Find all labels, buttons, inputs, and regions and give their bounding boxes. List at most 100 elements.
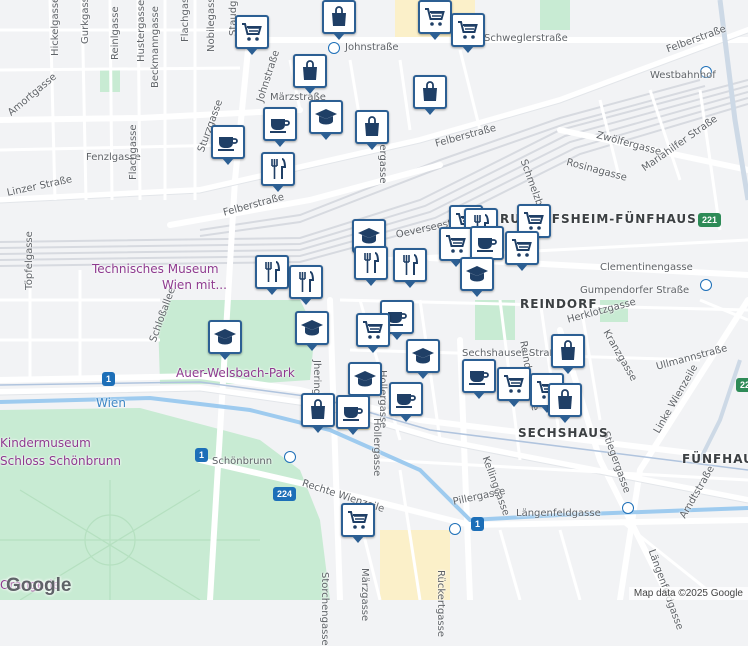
poi-label[interactable]: Schloss Schönbrunn [0,454,121,468]
street-label: Clementinengasse [600,262,693,273]
shopping-cart-icon [444,232,468,256]
route-badge: 1 [102,372,116,386]
map-marker-cart[interactable] [235,15,269,55]
shopping-bag-icon [327,5,351,29]
map-marker-cup[interactable] [462,359,496,399]
route-badge: 1 [195,448,209,462]
poi-label[interactable]: Wien mit... [162,278,227,292]
shopping-cart-icon [502,372,526,396]
map-marker-bag[interactable] [413,75,447,115]
google-logo[interactable]: Google [6,575,71,597]
map-marker-cart[interactable] [418,0,452,40]
map-marker-cart[interactable] [356,313,390,353]
street-label: Schönbrunn [212,456,273,467]
map-marker-cart[interactable] [497,367,531,407]
street-label: Johnstraße [345,42,399,53]
street-label: Flachgasse [180,0,191,42]
street-label: Wien [96,396,126,410]
street-label: Längenfeldgasse [516,508,601,519]
street-label: Beckmanngasse [150,6,161,88]
shopping-cart-icon [522,209,546,233]
fork-knife-icon [359,251,383,275]
map-marker-grad[interactable] [348,362,382,402]
fork-knife-icon [260,260,284,284]
route-badge: 221 [736,378,748,392]
graduation-cap-icon [213,325,237,349]
map-marker-food[interactable] [289,265,323,305]
street-label: Storchengasse [319,572,330,646]
route-badge: 1 [471,517,485,531]
map-marker-grad[interactable] [309,100,343,140]
street-label: Hustergasse [136,0,147,62]
metro-icon-johnstrasse [328,42,340,54]
shopping-bag-icon [298,59,322,83]
coffee-cup-icon [216,130,240,154]
map-marker-cart[interactable] [439,227,473,267]
street-label: Hickelgasse [50,0,61,56]
graduation-cap-icon [353,367,377,391]
street-label: Westbahnhof [650,70,716,81]
street-label: Nobilegasse [206,0,217,52]
poi-label[interactable]: Technisches Museum [92,262,219,276]
map-marker-food[interactable] [261,152,295,192]
shopping-bag-icon [418,80,442,104]
map-marker-bag[interactable] [551,334,585,374]
map-marker-bag[interactable] [301,393,335,433]
street-label: Flachgasse [128,124,139,180]
coffee-cup-icon [394,387,418,411]
fork-knife-icon [266,157,290,181]
poi-label[interactable]: Auer-Welsbach-Park [176,366,295,380]
map-marker-cart[interactable] [451,13,485,53]
map-marker-bag[interactable] [548,383,582,423]
route-badge: 221 [698,213,722,227]
route-badge: 224 [273,487,297,501]
graduation-cap-icon [300,316,324,340]
map-marker-cart[interactable] [505,231,539,271]
map-attribution[interactable]: Map data ©2025 Google [628,587,748,600]
map-marker-cup[interactable] [389,382,423,422]
shopping-cart-icon [423,5,447,29]
metro-icon-schoenbrunn [284,451,296,463]
map-marker-bag[interactable] [293,54,327,94]
map-marker-cup[interactable] [336,395,370,435]
map-marker-grad[interactable] [460,257,494,297]
map-marker-food[interactable] [255,255,289,295]
fork-knife-icon [398,253,422,277]
shopping-bag-icon [306,398,330,422]
map-marker-cup[interactable] [263,107,297,147]
graduation-cap-icon [411,344,435,368]
map-marker-grad[interactable] [295,311,329,351]
map-marker-bag[interactable] [322,0,356,40]
shopping-cart-icon [510,236,534,260]
graduation-cap-icon [357,224,381,248]
shopping-cart-icon [240,20,264,44]
poi-label[interactable]: Kindermuseum [0,436,91,450]
shopping-cart-icon [346,508,370,532]
street-label: Sechshauser Straße [462,348,562,359]
area-label: SECHSHAUS [518,426,609,440]
graduation-cap-icon [465,262,489,286]
map-marker-cart[interactable] [341,503,375,543]
fork-knife-icon [294,270,318,294]
map-marker-food[interactable] [393,248,427,288]
coffee-cup-icon [475,231,499,255]
map-marker-bag[interactable] [355,110,389,150]
shopping-bag-icon [553,388,577,412]
area-label: REINDORF [520,297,598,311]
map-marker-grad[interactable] [208,320,242,360]
metro-icon-gumpendorfer [700,279,712,291]
map-marker-cup[interactable] [211,125,245,165]
street-label: Reinlgasse [110,6,121,60]
street-label: Schweglerstraße [484,33,568,44]
shopping-bag-icon [360,115,384,139]
map-marker-grad[interactable] [406,339,440,379]
shopping-cart-icon [456,18,480,42]
map-marker-food[interactable] [354,246,388,286]
map-marker-cup[interactable] [470,226,504,266]
shopping-bag-icon [556,339,580,363]
coffee-cup-icon [341,400,365,424]
street-label: Gurkgasse [80,0,91,44]
shopping-cart-icon [361,318,385,342]
area-label: FÜNFHAUS [682,452,748,466]
metro-icon-laengenfeldgasse [622,502,634,514]
